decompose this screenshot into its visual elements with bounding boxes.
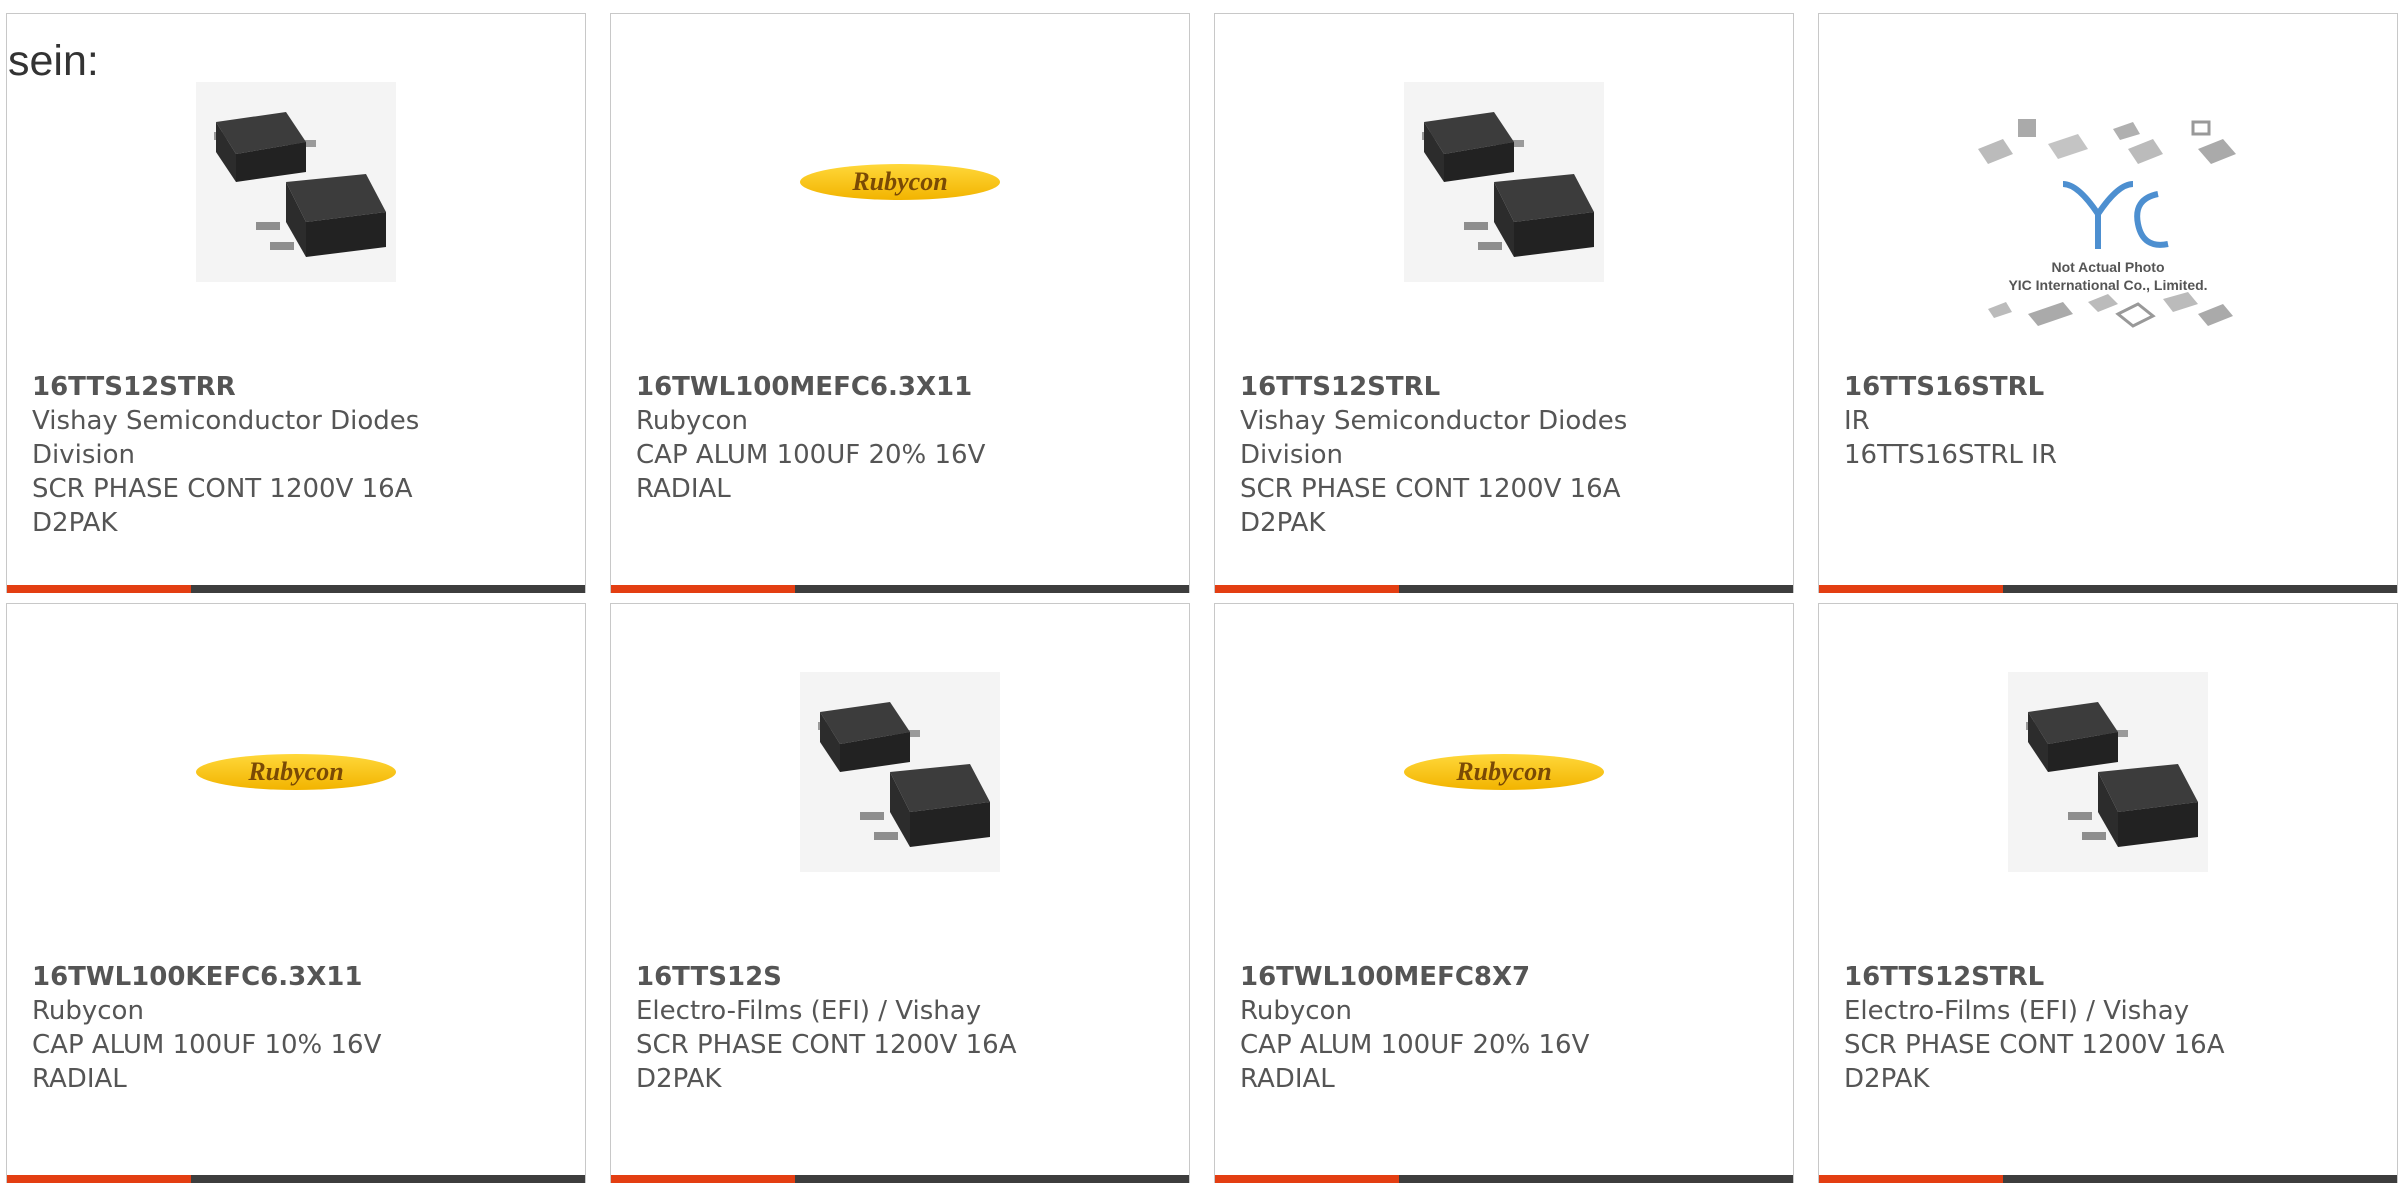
part-number[interactable]: 16TTS12STRL [1844,960,2264,994]
part-number[interactable]: 16TWL100MEFC6.3X11 [636,370,1056,404]
card-bar-accent [1215,1175,1399,1183]
product-card[interactable]: Rubycon 16TWL100MEFC8X7 Rubycon CAP ALUM… [1214,603,1794,1183]
manufacturer: Division [32,440,136,470]
product-card[interactable]: Rubycon 16TWL100KEFC6.3X11 Rubycon CAP A… [6,603,586,1183]
rubycon-logo: Rubycon [1404,754,1604,790]
product-card[interactable]: 16TTS12STRR Vishay Semiconductor Diodes … [6,13,586,593]
part-number[interactable]: 16TTS12S [636,960,1056,994]
rubycon-logo-image[interactable]: Rubycon [1404,672,1604,872]
card-bar-accent [7,1175,191,1183]
description: SCR PHASE CONT 1200V 16A [32,474,413,504]
description: SCR PHASE CONT 1200V 16A [1844,1030,2225,1060]
card-bar [611,585,1189,593]
card-bar-accent [611,585,795,593]
card-bar-accent [7,585,191,593]
card-bar [1215,1175,1793,1183]
part-number[interactable]: 16TTS12STRL [1240,370,1660,404]
card-bar [7,585,585,593]
part-number[interactable]: 16TTS16STRL [1844,370,2264,404]
description: RADIAL [636,474,731,504]
card-bar-accent [611,1175,795,1183]
manufacturer: Rubycon [636,406,748,436]
description: CAP ALUM 100UF 20% 16V [1240,1030,1590,1060]
description: RADIAL [32,1064,127,1094]
product-card[interactable]: Not Actual Photo YIC International Co., … [1818,13,2398,593]
product-card[interactable]: 16TTS12STRL Vishay Semiconductor Diodes … [1214,13,1794,593]
product-card[interactable]: Rubycon 16TWL100MEFC6.3X11 Rubycon CAP A… [610,13,1190,593]
card-bar [1819,585,2397,593]
d2pak-package-image[interactable] [1404,82,1604,282]
part-number[interactable]: 16TWL100MEFC8X7 [1240,960,1660,994]
description: D2PAK [636,1064,722,1094]
rubycon-logo-image[interactable]: Rubycon [196,672,396,872]
card-bar [7,1175,585,1183]
product-card[interactable]: 16TTS12STRL Electro-Films (EFI) / Vishay… [1818,603,2398,1183]
description: SCR PHASE CONT 1200V 16A [1240,474,1621,504]
d2pak-package-image[interactable] [2008,672,2208,872]
card-bar-accent [1819,585,2003,593]
manufacturer: Rubycon [32,996,144,1026]
description: SCR PHASE CONT 1200V 16A [636,1030,1017,1060]
card-bar [1819,1175,2397,1183]
d2pak-package-image[interactable] [196,82,396,282]
manufacturer: IR [1844,406,1870,436]
manufacturer: Rubycon [1240,996,1352,1026]
description: D2PAK [1240,508,1326,538]
description: CAP ALUM 100UF 10% 16V [32,1030,382,1060]
manufacturer: Vishay Semiconductor Diodes [32,406,420,436]
manufacturer: Electro-Films (EFI) / Vishay [636,996,982,1026]
yic-caption-line2: YIC International Co., Limited. [2008,277,2207,293]
card-bar-accent [1819,1175,2003,1183]
part-number[interactable]: 16TWL100KEFC6.3X11 [32,960,452,994]
yic-placeholder-image[interactable]: Not Actual Photo YIC International Co., … [1968,104,2248,344]
card-bar [1215,585,1793,593]
rubycon-logo: Rubycon [800,164,1000,200]
card-bar-accent [1215,585,1399,593]
description: RADIAL [1240,1064,1335,1094]
yic-caption-line1: Not Actual Photo [2051,259,2164,275]
manufacturer: Division [1240,440,1344,470]
description: CAP ALUM 100UF 20% 16V [636,440,986,470]
section-heading: sein: [8,37,99,85]
card-bar [611,1175,1189,1183]
description: D2PAK [1844,1064,1930,1094]
description: D2PAK [32,508,118,538]
d2pak-package-image[interactable] [800,672,1000,872]
manufacturer: Vishay Semiconductor Diodes [1240,406,1628,436]
product-card[interactable]: 16TTS12S Electro-Films (EFI) / Vishay SC… [610,603,1190,1183]
part-number[interactable]: 16TTS12STRR [32,370,452,404]
rubycon-logo-image[interactable]: Rubycon [800,82,1000,282]
description: 16TTS16STRL IR [1844,440,2057,470]
manufacturer: Electro-Films (EFI) / Vishay [1844,996,2190,1026]
rubycon-logo: Rubycon [196,754,396,790]
